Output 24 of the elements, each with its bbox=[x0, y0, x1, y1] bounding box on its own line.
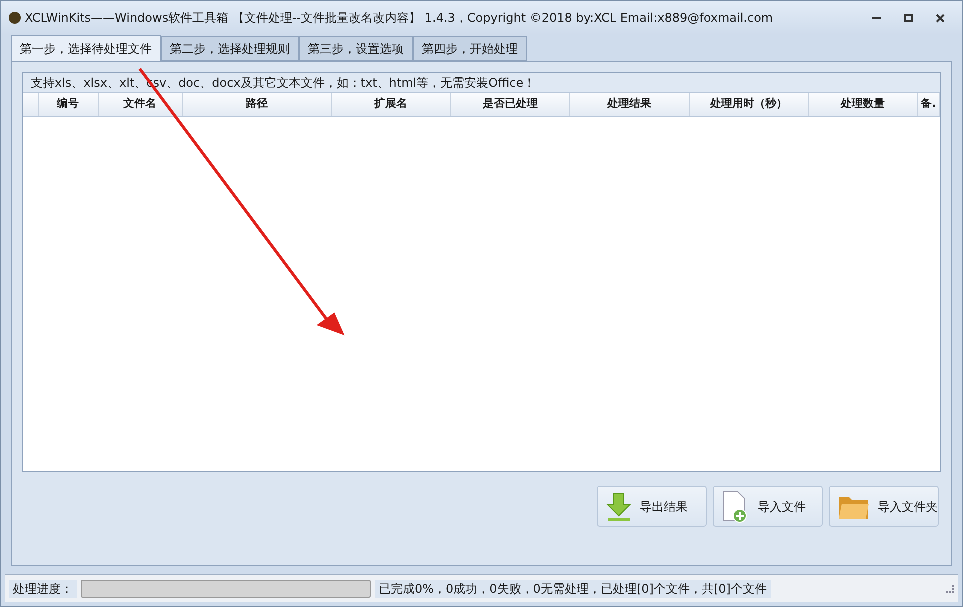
add-file-icon bbox=[722, 490, 750, 522]
action-button[interactable]: 导入文件夹 bbox=[829, 486, 939, 527]
close-icon bbox=[936, 14, 944, 22]
column-header[interactable]: 是否已处理 bbox=[451, 93, 570, 116]
window-title: XCLWinKits——Windows软件工具箱 【文件处理--文件批量改名改内容】 1.4.3，Copyright ©2018 by:XCL Email:x889@foxmail.com bbox=[25, 10, 774, 27]
step-tab[interactable]: 第二步，选择处理规则 bbox=[161, 36, 299, 61]
column-header[interactable]: 处理结果 bbox=[570, 93, 690, 116]
column-header[interactable]: 编号 bbox=[38, 93, 99, 116]
column-header[interactable]: 扩展名 bbox=[332, 93, 452, 116]
column-header[interactable]: 备. bbox=[918, 93, 940, 116]
column-header[interactable]: 路径 bbox=[182, 93, 332, 116]
app-icon bbox=[9, 12, 21, 24]
column-header[interactable]: 处理数量 bbox=[808, 93, 918, 116]
step-tab[interactable]: 第一步，选择待处理文件 bbox=[11, 35, 161, 61]
action-button[interactable]: 导入文件 bbox=[713, 486, 823, 527]
action-button[interactable]: 导出结果 bbox=[597, 486, 707, 527]
step-tab[interactable]: 第四步，开始处理 bbox=[413, 36, 527, 61]
column-header[interactable]: 处理用时（秒） bbox=[690, 93, 809, 116]
progress-label: 处理进度： bbox=[9, 580, 77, 598]
column-header[interactable]: 文件名 bbox=[98, 93, 183, 116]
progress-summary: 已完成0%，0成功，0失败，0无需处理，已处理[0]个文件，共[0]个文件 bbox=[375, 580, 771, 598]
resize-grip-icon[interactable] bbox=[946, 584, 954, 592]
download-icon bbox=[606, 492, 632, 520]
step-tab[interactable]: 第三步，设置选项 bbox=[299, 36, 413, 61]
